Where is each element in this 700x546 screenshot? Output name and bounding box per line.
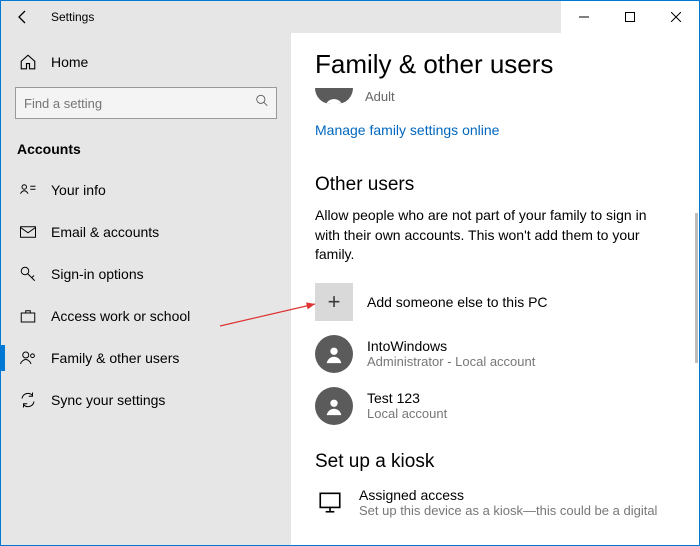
home-button[interactable]: Home: [15, 43, 277, 81]
family-member-role: Adult: [365, 89, 395, 104]
home-icon: [19, 53, 37, 71]
sidebar-item-label: Your info: [51, 182, 106, 198]
kiosk-item-sub: Set up this device as a kiosk—this could…: [359, 503, 657, 518]
arrow-left-icon: [15, 9, 31, 25]
user-detail: Administrator - Local account: [367, 354, 535, 369]
sidebar-item-access-work-school[interactable]: Access work or school: [1, 295, 291, 337]
sidebar-item-label: Email & accounts: [51, 224, 159, 240]
briefcase-icon: [19, 307, 37, 325]
other-users-heading: Other users: [315, 174, 675, 196]
home-label: Home: [51, 54, 88, 70]
user-detail: Local account: [367, 406, 447, 421]
sidebar-item-label: Sync your settings: [51, 392, 165, 408]
sidebar-item-email-accounts[interactable]: Email & accounts: [1, 211, 291, 253]
person-card-icon: [19, 181, 37, 199]
back-button[interactable]: [13, 7, 33, 27]
main-content: Family & other users Adult Manage family…: [291, 33, 699, 545]
sidebar-item-label: Access work or school: [51, 308, 190, 324]
search-icon: [255, 94, 269, 113]
close-icon: [671, 12, 681, 22]
sidebar-section-label: Accounts: [17, 141, 277, 157]
assigned-access-button[interactable]: Assigned access Set up this device as a …: [315, 487, 675, 518]
user-name: IntoWindows: [367, 338, 535, 354]
avatar-icon: [315, 387, 353, 425]
sidebar-item-family-other-users[interactable]: Family & other users: [1, 337, 291, 379]
search-input[interactable]: [15, 87, 277, 119]
key-icon: [19, 265, 37, 283]
kiosk-item-title: Assigned access: [359, 487, 657, 503]
minimize-button[interactable]: [561, 1, 607, 33]
sidebar-item-sync-settings[interactable]: Sync your settings: [1, 379, 291, 421]
close-button[interactable]: [653, 1, 699, 33]
sync-icon: [19, 391, 37, 409]
minimize-icon: [579, 12, 589, 22]
user-row[interactable]: Test 123 Local account: [315, 387, 675, 425]
user-row[interactable]: IntoWindows Administrator - Local accoun…: [315, 335, 675, 373]
sidebar-item-label: Sign-in options: [51, 266, 144, 282]
titlebar: Settings: [1, 1, 699, 33]
sidebar-item-signin-options[interactable]: Sign-in options: [1, 253, 291, 295]
add-user-button[interactable]: + Add someone else to this PC: [315, 283, 675, 321]
people-icon: [19, 349, 37, 367]
plus-icon: +: [315, 283, 353, 321]
monitor-icon: [315, 487, 345, 517]
kiosk-heading: Set up a kiosk: [315, 451, 675, 473]
maximize-icon: [625, 12, 635, 22]
avatar-icon: [315, 335, 353, 373]
user-name: Test 123: [367, 390, 447, 406]
manage-family-link[interactable]: Manage family settings online: [315, 122, 499, 138]
sidebar: Home Accounts Your info: [1, 33, 291, 545]
maximize-button[interactable]: [607, 1, 653, 33]
sidebar-item-your-info[interactable]: Your info: [1, 169, 291, 211]
avatar-icon: [315, 88, 353, 104]
add-user-label: Add someone else to this PC: [367, 294, 548, 310]
settings-window: Settings Home: [0, 0, 700, 546]
family-member-row[interactable]: Adult: [315, 88, 675, 104]
scrollbar[interactable]: [695, 213, 698, 363]
sidebar-item-label: Family & other users: [51, 350, 179, 366]
sidebar-nav: Your info Email & accounts Sign-in optio…: [1, 169, 291, 421]
other-users-description: Allow people who are not part of your fa…: [315, 206, 675, 265]
envelope-icon: [19, 223, 37, 241]
page-title: Family & other users: [315, 49, 675, 80]
window-title: Settings: [51, 10, 94, 24]
